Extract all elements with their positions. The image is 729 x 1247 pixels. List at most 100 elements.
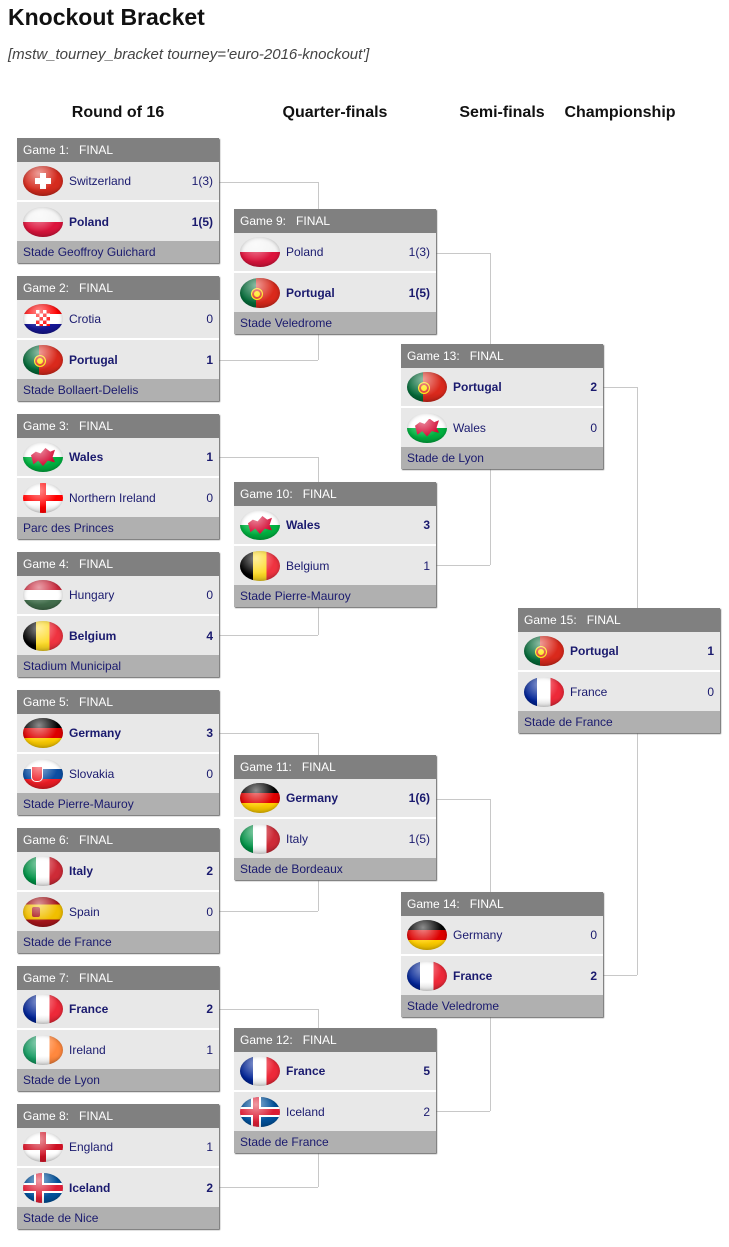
germany-flag-icon bbox=[407, 920, 447, 950]
portugal-flag-icon bbox=[23, 344, 63, 375]
team-name[interactable]: Wales bbox=[453, 421, 557, 435]
venue-label[interactable]: Stade de Nice bbox=[17, 1207, 219, 1229]
team-row[interactable]: Italy 2 bbox=[17, 852, 219, 892]
team-row[interactable]: Hungary 0 bbox=[17, 576, 219, 616]
game-label: Game 11: bbox=[240, 760, 292, 774]
venue-label[interactable]: Stadium Municipal bbox=[17, 655, 219, 677]
team-row[interactable]: Slovakia 0 bbox=[17, 754, 219, 793]
team-row[interactable]: Portugal 1 bbox=[518, 632, 720, 672]
game-box-4: Game 4: FINAL Hungary 0 Belgium 4 Stadium Muni… bbox=[17, 552, 219, 677]
team-name[interactable]: Poland bbox=[286, 245, 390, 259]
game-box-1: Game 1: FINAL Switzerland 1(3) Poland 1(5) Sta… bbox=[17, 138, 219, 263]
team-row[interactable]: Belgium 4 bbox=[17, 616, 219, 655]
team-name[interactable]: France bbox=[570, 685, 674, 699]
team-score: 2 bbox=[590, 380, 597, 394]
team-row[interactable]: Poland 1(5) bbox=[17, 202, 219, 241]
team-name[interactable]: Germany bbox=[286, 791, 390, 805]
team-name[interactable]: Spain bbox=[69, 905, 173, 919]
game-box-7: Game 7: FINAL France 2 Ireland 1 Stade de Lyon bbox=[17, 966, 219, 1091]
team-name[interactable]: Belgium bbox=[69, 629, 173, 643]
team-name[interactable]: Poland bbox=[69, 215, 173, 229]
team-row[interactable]: Portugal 2 bbox=[401, 368, 603, 408]
team-row[interactable]: Poland 1(3) bbox=[234, 233, 436, 273]
germany-flag-icon bbox=[23, 718, 63, 748]
round-header-quarter-finals: Quarter-finals bbox=[282, 104, 388, 121]
team-name[interactable]: Germany bbox=[453, 928, 557, 942]
team-row[interactable]: England 1 bbox=[17, 1128, 219, 1168]
venue-label[interactable]: Stade de France bbox=[17, 931, 219, 953]
team-name[interactable]: Northern Ireland bbox=[69, 491, 173, 505]
team-row[interactable]: Germany 3 bbox=[17, 714, 219, 754]
team-row[interactable]: Portugal 1 bbox=[17, 340, 219, 379]
switzerland-flag-icon bbox=[23, 166, 63, 196]
team-name[interactable]: Iceland bbox=[286, 1105, 390, 1119]
belgium-flag-icon bbox=[240, 550, 280, 581]
team-score: 3 bbox=[423, 518, 430, 532]
team-name[interactable]: Italy bbox=[286, 832, 390, 846]
france-flag-icon bbox=[23, 994, 63, 1024]
venue-label[interactable]: Stade Veledrome bbox=[401, 995, 603, 1017]
team-score: 1 bbox=[206, 1042, 213, 1057]
venue-label[interactable]: Stade Veledrome bbox=[234, 312, 436, 334]
team-row[interactable]: Wales 0 bbox=[401, 408, 603, 447]
venue-label[interactable]: Stade de France bbox=[518, 711, 720, 733]
team-row[interactable]: France 0 bbox=[518, 672, 720, 711]
venue-label[interactable]: Stade Pierre-Mauroy bbox=[17, 793, 219, 815]
venue-label[interactable]: Stade de France bbox=[234, 1131, 436, 1153]
team-name[interactable]: Italy bbox=[69, 864, 173, 878]
team-name[interactable]: Germany bbox=[69, 726, 173, 740]
venue-label[interactable]: Stade de Bordeaux bbox=[234, 858, 436, 880]
team-row[interactable]: Northern Ireland 0 bbox=[17, 478, 219, 517]
team-name[interactable]: Iceland bbox=[69, 1181, 173, 1195]
team-row[interactable]: Italy 1(5) bbox=[234, 819, 436, 858]
team-row[interactable]: France 2 bbox=[17, 990, 219, 1030]
team-name[interactable]: Ireland bbox=[69, 1043, 173, 1057]
team-row[interactable]: Iceland 2 bbox=[234, 1092, 436, 1131]
game-header: Game 7: FINAL bbox=[17, 966, 219, 990]
team-name[interactable]: France bbox=[286, 1064, 390, 1078]
team-row[interactable]: Ireland 1 bbox=[17, 1030, 219, 1069]
team-row[interactable]: Wales 1 bbox=[17, 438, 219, 478]
team-score: 1(3) bbox=[191, 174, 213, 188]
team-row[interactable]: Germany 1(6) bbox=[234, 779, 436, 819]
team-name[interactable]: Portugal bbox=[69, 353, 173, 367]
team-row[interactable]: Spain 0 bbox=[17, 892, 219, 931]
venue-label[interactable]: Stade de Lyon bbox=[17, 1069, 219, 1091]
team-row[interactable]: Portugal 1(5) bbox=[234, 273, 436, 312]
team-name[interactable]: England bbox=[69, 1140, 173, 1154]
team-name[interactable]: Portugal bbox=[570, 644, 674, 658]
team-row[interactable]: Belgium 1 bbox=[234, 546, 436, 585]
team-name[interactable]: Crotia bbox=[69, 312, 173, 326]
team-row[interactable]: Switzerland 1(3) bbox=[17, 162, 219, 202]
game-box-12: Game 12: FINAL France 5 Iceland 2 Stade de Fra… bbox=[234, 1028, 436, 1153]
team-name[interactable]: Wales bbox=[286, 518, 390, 532]
team-row[interactable]: Crotia 0 bbox=[17, 300, 219, 340]
slovakia-flag-icon bbox=[23, 758, 63, 789]
team-name[interactable]: Belgium bbox=[286, 559, 390, 573]
team-name[interactable]: Portugal bbox=[453, 380, 557, 394]
team-row[interactable]: Iceland 2 bbox=[17, 1168, 219, 1207]
venue-label[interactable]: Stade Pierre-Mauroy bbox=[234, 585, 436, 607]
team-row[interactable]: France 2 bbox=[401, 956, 603, 995]
team-score: 0 bbox=[590, 928, 597, 942]
team-score: 3 bbox=[206, 726, 213, 740]
team-score: 1(5) bbox=[408, 285, 430, 300]
game-label: Game 7: bbox=[23, 971, 70, 985]
team-name[interactable]: Hungary bbox=[69, 588, 173, 602]
team-name[interactable]: Switzerland bbox=[69, 174, 173, 188]
venue-label[interactable]: Stade de Lyon bbox=[401, 447, 603, 469]
team-row[interactable]: Wales 3 bbox=[234, 506, 436, 546]
team-score: 1 bbox=[206, 352, 213, 367]
venue-label[interactable]: Stade Bollaert-Delelis bbox=[17, 379, 219, 401]
team-name[interactable]: Wales bbox=[69, 450, 173, 464]
venue-label[interactable]: Parc des Princes bbox=[17, 517, 219, 539]
team-row[interactable]: France 5 bbox=[234, 1052, 436, 1092]
team-row[interactable]: Germany 0 bbox=[401, 916, 603, 956]
game-status: FINAL bbox=[79, 971, 114, 985]
venue-label[interactable]: Stade Geoffroy Guichard bbox=[17, 241, 219, 263]
team-name[interactable]: Slovakia bbox=[69, 767, 173, 781]
team-name[interactable]: Portugal bbox=[286, 286, 390, 300]
team-name[interactable]: France bbox=[453, 969, 557, 983]
team-name[interactable]: France bbox=[69, 1002, 173, 1016]
germany-flag-icon bbox=[240, 783, 280, 813]
